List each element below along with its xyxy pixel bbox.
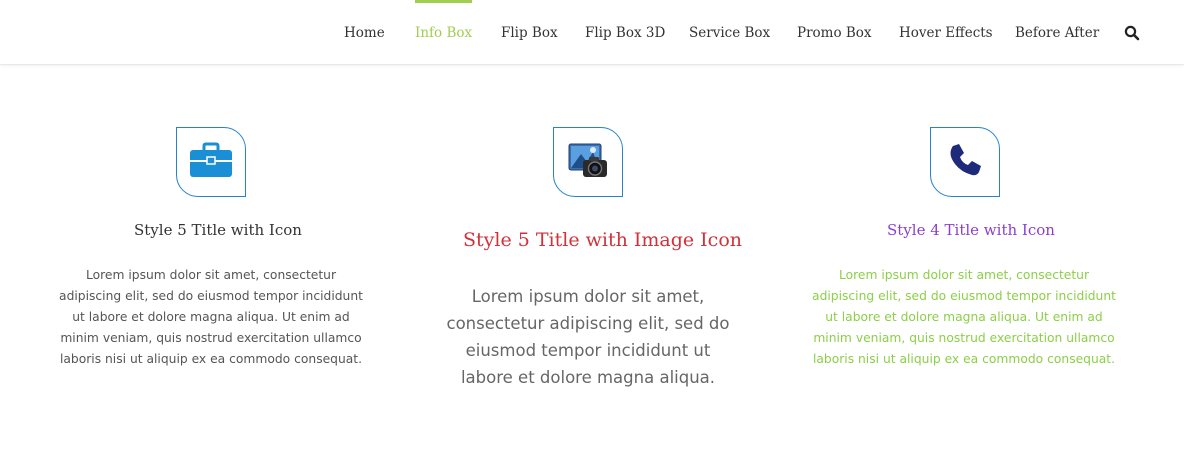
nav-item-info-box[interactable]: Info Box (415, 0, 473, 65)
nav-item-flip-box[interactable]: Flip Box (501, 0, 558, 65)
box-3-text: Lorem ipsum dolor sit amet, consectetur … (812, 268, 1116, 366)
site-header: Home Info Box Flip Box Flip Box 3D Servi… (0, 0, 1184, 65)
box-3-title: Style 4 Title with Icon (887, 221, 1055, 239)
box-2-text: Lorem ipsum dolor sit amet, consectetur … (446, 287, 730, 387)
camera-photo-icon-box (553, 127, 623, 197)
nav-item-flip-box-3d[interactable]: Flip Box 3D (585, 0, 665, 65)
nav-item-home[interactable]: Home (344, 0, 385, 65)
search-icon[interactable] (1124, 25, 1140, 41)
box-1-text: Lorem ipsum dolor sit amet, consectetur … (59, 268, 363, 366)
briefcase-icon (189, 142, 233, 182)
nav-item-promo-box[interactable]: Promo Box (797, 0, 872, 65)
nav-item-before-after[interactable]: Before After (1015, 0, 1099, 65)
nav-item-hover-effects[interactable]: Hover Effects (899, 0, 993, 65)
phone-icon (947, 142, 983, 182)
main-nav: Home Info Box Flip Box Flip Box 3D Servi… (0, 0, 1184, 65)
box-2-title: Style 5 Title with Image Icon (463, 229, 742, 251)
nav-item-service-box[interactable]: Service Box (689, 0, 770, 65)
phone-icon-box (930, 127, 1000, 197)
camera-photo-icon (567, 140, 609, 184)
briefcase-icon-box (176, 127, 246, 197)
box-1-title: Style 5 Title with Icon (134, 221, 302, 239)
